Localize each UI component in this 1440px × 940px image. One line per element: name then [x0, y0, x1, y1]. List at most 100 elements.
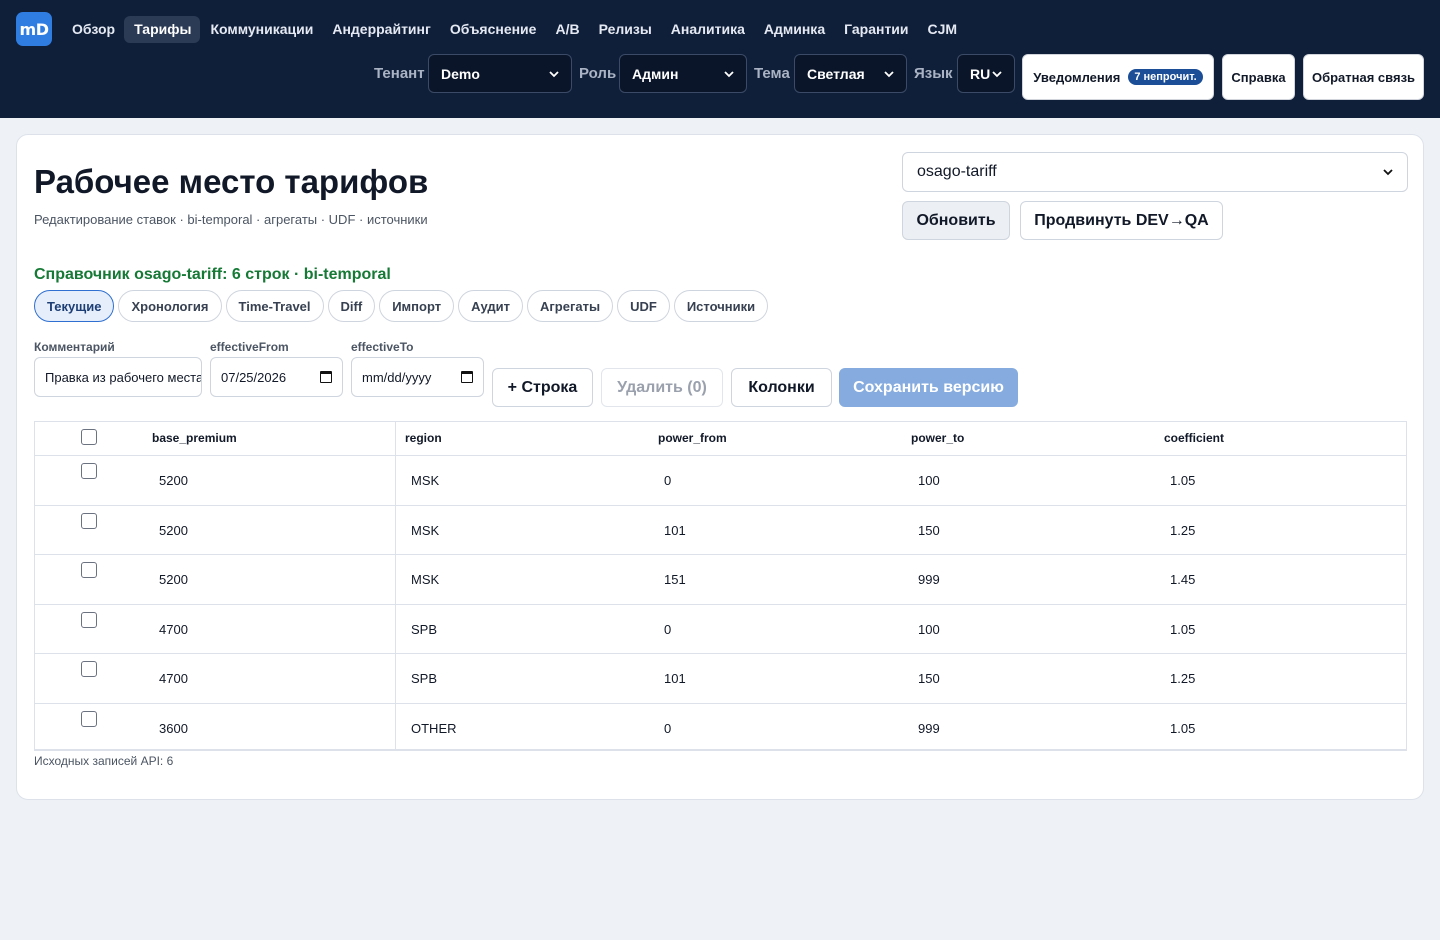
tab-diff[interactable]: Diff: [327, 290, 376, 322]
tab-current[interactable]: Текущие: [34, 290, 115, 322]
cell-power-from[interactable]: 0: [664, 622, 671, 637]
comment-label: Комментарий: [34, 340, 115, 354]
page-subtitle: Редактирование ставок · bi-temporal · аг…: [34, 212, 428, 227]
table-row: 5200 MSK 0 100 1.05: [35, 456, 1406, 506]
cell-base-premium[interactable]: 4700: [159, 671, 188, 686]
table-row: 3600 OTHER 0 999 1.05: [35, 704, 1406, 754]
nav-item-tariffs[interactable]: Тарифы: [124, 16, 201, 43]
row-checkbox[interactable]: [81, 661, 97, 677]
cell-base-premium[interactable]: 4700: [159, 622, 188, 637]
cell-power-to[interactable]: 100: [918, 473, 940, 488]
nav-item-explanation[interactable]: Объяснение: [440, 16, 546, 43]
help-button[interactable]: Справка: [1222, 54, 1295, 100]
calendar-icon[interactable]: [320, 371, 332, 383]
cell-base-premium[interactable]: 5200: [159, 523, 188, 538]
cell-region[interactable]: SPB: [411, 671, 437, 686]
view-tabs: Текущие Хронология Time-Travel Diff Импо…: [34, 290, 772, 322]
cell-power-from[interactable]: 0: [664, 721, 671, 736]
cell-power-to[interactable]: 999: [918, 572, 940, 587]
calendar-icon[interactable]: [461, 371, 473, 383]
row-checkbox[interactable]: [81, 562, 97, 578]
tenant-value: Demo: [441, 65, 480, 82]
cell-coefficient[interactable]: 1.05: [1170, 721, 1195, 736]
tab-sources[interactable]: Источники: [673, 290, 769, 322]
cell-coefficient[interactable]: 1.05: [1170, 473, 1195, 488]
tab-udf[interactable]: UDF: [617, 290, 670, 322]
chevron-down-icon: [992, 70, 1002, 77]
column-header[interactable]: region: [405, 431, 442, 445]
nav-item-guarantees[interactable]: Гарантии: [834, 16, 917, 43]
comment-input[interactable]: Правка из рабочего места: [34, 357, 202, 397]
role-select[interactable]: Админ: [619, 54, 747, 93]
tenant-select[interactable]: Demo: [428, 54, 572, 93]
tab-time-travel[interactable]: Time-Travel: [225, 290, 324, 322]
row-checkbox[interactable]: [81, 463, 97, 479]
cell-power-to[interactable]: 999: [918, 721, 940, 736]
column-header[interactable]: power_from: [658, 431, 727, 445]
cell-power-from[interactable]: 151: [664, 572, 686, 587]
cell-coefficient[interactable]: 1.05: [1170, 622, 1195, 637]
columns-button[interactable]: Колонки: [731, 368, 832, 407]
cell-region[interactable]: MSK: [411, 523, 439, 538]
chevron-down-icon: [884, 70, 894, 77]
nav-item-ab[interactable]: A/B: [545, 16, 588, 43]
nav-item-overview[interactable]: Обзор: [62, 16, 124, 43]
notifications-label: Уведомления: [1033, 69, 1121, 85]
cell-base-premium[interactable]: 5200: [159, 572, 188, 587]
cell-power-to[interactable]: 100: [918, 622, 940, 637]
nav-item-cjm[interactable]: CJM: [918, 16, 967, 43]
nav-item-underwriting[interactable]: Андеррайтинг: [322, 16, 440, 43]
dictionary-status: Справочник osago-tariff: 6 строк · bi-te…: [34, 266, 391, 283]
add-row-button[interactable]: + Строка: [492, 368, 593, 407]
row-checkbox[interactable]: [81, 710, 97, 727]
cell-power-from[interactable]: 0: [664, 473, 671, 488]
notifications-button[interactable]: Уведомления 7 непрочит.: [1022, 54, 1214, 100]
cell-region[interactable]: MSK: [411, 572, 439, 587]
effective-from-input[interactable]: 07/25/2026: [210, 357, 343, 397]
lang-select[interactable]: RU: [957, 54, 1015, 93]
tab-history[interactable]: Хронология: [118, 290, 222, 322]
role-value: Админ: [632, 65, 679, 82]
chevron-down-icon: [1383, 169, 1393, 176]
effective-to-input[interactable]: mm/dd/yyyy: [351, 357, 484, 397]
cell-power-to[interactable]: 150: [918, 523, 940, 538]
nav-item-releases[interactable]: Релизы: [589, 16, 661, 43]
cell-base-premium[interactable]: 3600: [159, 721, 188, 736]
tab-import[interactable]: Импорт: [379, 290, 455, 322]
row-checkbox[interactable]: [81, 512, 97, 529]
tab-aggregates[interactable]: Агрегаты: [527, 290, 614, 322]
nav-item-admin[interactable]: Админка: [754, 16, 834, 43]
nav-item-analytics[interactable]: Аналитика: [661, 16, 754, 43]
chevron-down-icon: [549, 70, 559, 77]
feedback-button[interactable]: Обратная связь: [1303, 54, 1424, 100]
tenant-label: Тенант: [374, 65, 425, 82]
delete-button[interactable]: Удалить (0): [601, 368, 723, 407]
refresh-button[interactable]: Обновить: [902, 201, 1010, 240]
cell-coefficient[interactable]: 1.25: [1170, 523, 1195, 538]
cell-base-premium[interactable]: 5200: [159, 473, 188, 488]
cell-power-from[interactable]: 101: [664, 671, 686, 686]
column-header[interactable]: coefficient: [1164, 431, 1224, 445]
nav-item-communications[interactable]: Коммуникации: [200, 16, 322, 43]
cell-coefficient[interactable]: 1.45: [1170, 572, 1195, 587]
effective-from-label: effectiveFrom: [210, 340, 289, 354]
table-header: base_premium region power_from power_to …: [35, 422, 1406, 456]
cell-power-to[interactable]: 150: [918, 671, 940, 686]
promote-button[interactable]: Продвинуть DEV→QA: [1020, 201, 1223, 240]
cell-region[interactable]: SPB: [411, 622, 437, 637]
cell-region[interactable]: OTHER: [411, 721, 457, 736]
tariff-select[interactable]: osago-tariff: [902, 152, 1408, 192]
cell-region[interactable]: MSK: [411, 473, 439, 488]
save-version-button[interactable]: Сохранить версию: [839, 368, 1018, 407]
top-bar: mD Обзор Тарифы Коммуникации Андеррайтин…: [0, 0, 1440, 118]
app-logo[interactable]: mD: [16, 12, 52, 46]
column-header[interactable]: power_to: [911, 431, 964, 445]
effective-to-label: effectiveTo: [351, 340, 414, 354]
theme-select[interactable]: Светлая: [794, 54, 907, 93]
cell-coefficient[interactable]: 1.25: [1170, 671, 1195, 686]
select-all-checkbox[interactable]: [81, 429, 97, 445]
tab-audit[interactable]: Аудит: [458, 290, 523, 322]
column-header[interactable]: base_premium: [152, 431, 237, 445]
row-checkbox[interactable]: [81, 611, 97, 628]
cell-power-from[interactable]: 101: [664, 523, 686, 538]
